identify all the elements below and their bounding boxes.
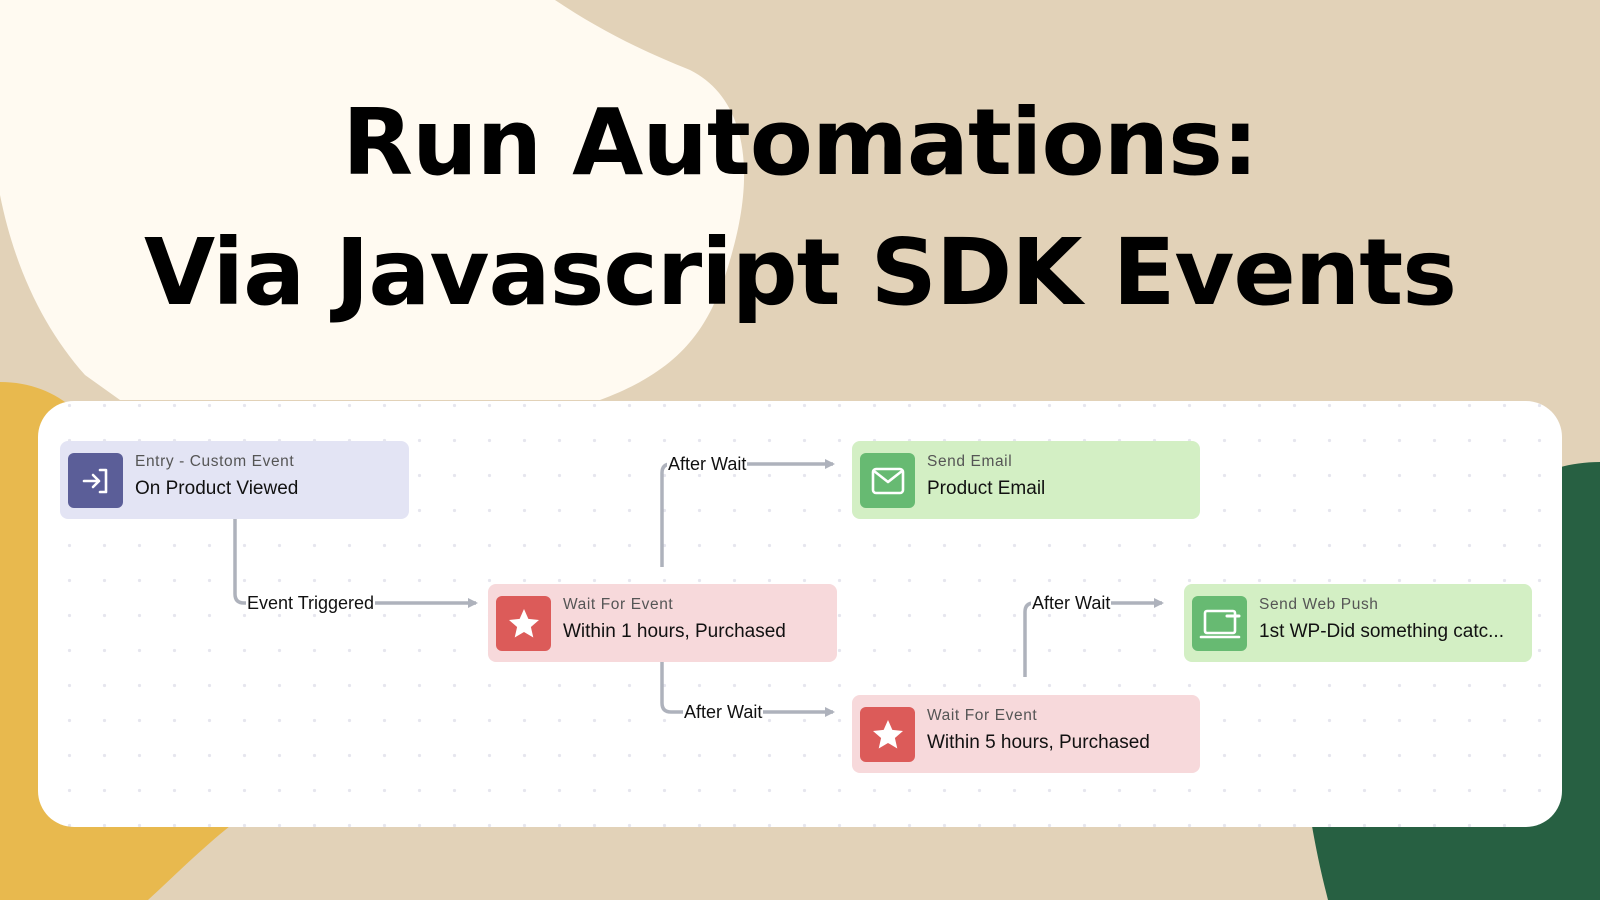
node-label: Product Email (927, 478, 1046, 499)
node-subtitle: Wait For Event (563, 596, 674, 613)
node-subtitle: Send Web Push (1259, 596, 1379, 613)
star-icon (496, 596, 551, 651)
edge-label-event-triggered: Event Triggered (246, 593, 376, 613)
mail-icon (860, 453, 915, 508)
page-title-line-1: Run Automations: (342, 89, 1258, 196)
edge-wait2-to-webpush (1023, 598, 1164, 677)
node-label: Within 1 hours, Purchased (563, 621, 786, 642)
node-subtitle: Send Email (927, 453, 1013, 470)
workflow-canvas[interactable]: Event Triggered After Wait After Wait Af… (38, 401, 1562, 827)
node-label: On Product Viewed (135, 478, 299, 499)
web-push-icon (1192, 596, 1247, 651)
edge-wait1-to-email (660, 459, 835, 567)
node-label: Within 5 hours, Purchased (927, 732, 1150, 753)
edge-label-after-wait: After Wait (1031, 593, 1112, 613)
edge-label-after-wait: After Wait (683, 702, 764, 722)
node-entry-custom-event[interactable]: Entry - Custom Event On Product Viewed (60, 441, 409, 519)
star-icon (860, 707, 915, 762)
node-send-web-push[interactable]: Send Web Push 1st WP-Did something catc.… (1184, 584, 1532, 662)
enter-icon (68, 453, 123, 508)
node-wait-for-event-1[interactable]: Wait For Event Within 1 hours, Purchased (488, 584, 837, 662)
node-wait-for-event-2[interactable]: Wait For Event Within 5 hours, Purchased (852, 695, 1200, 773)
node-subtitle: Entry - Custom Event (135, 453, 295, 470)
edge-entry-to-wait1 (233, 510, 478, 608)
node-send-email[interactable]: Send Email Product Email (852, 441, 1200, 519)
node-subtitle: Wait For Event (927, 707, 1038, 724)
node-label: 1st WP-Did something catc... (1259, 621, 1504, 642)
cream-blob (0, 0, 745, 400)
page-title-line-2: Via Javascript SDK Events (143, 219, 1457, 326)
edge-label-after-wait: After Wait (667, 454, 748, 474)
